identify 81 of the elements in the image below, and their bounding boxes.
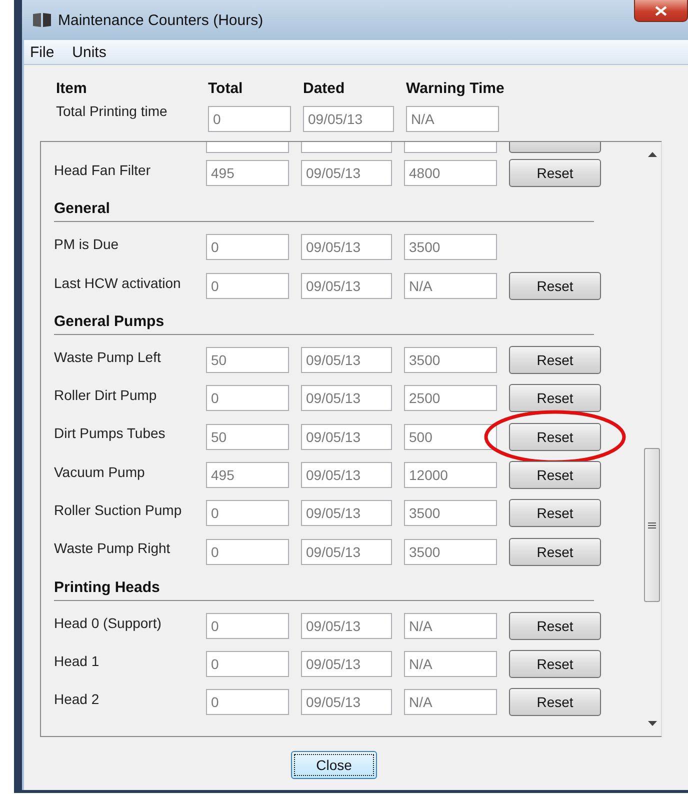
warning-field[interactable]: N/A — [404, 272, 497, 299]
reset-button[interactable]: Reset — [509, 538, 601, 566]
reset-button[interactable]: Reset — [509, 650, 601, 678]
warning-field[interactable]: 2500 — [404, 385, 497, 412]
total-field[interactable]: 0 — [206, 385, 289, 412]
dated-field[interactable]: 09/05/13 — [301, 500, 392, 526]
section-header: General — [54, 194, 594, 222]
total-field[interactable]: 0 — [206, 538, 289, 565]
dated-field[interactable]: 09/05/13 — [301, 651, 392, 678]
item-label: Total Printing time — [56, 102, 168, 119]
dated-field[interactable]: 09/05/13 — [301, 612, 392, 639]
book-icon — [32, 12, 52, 28]
item-label: PM is Due — [54, 235, 120, 252]
close-button[interactable] — [634, 0, 688, 22]
item-label: Roller Suction Pump — [54, 501, 183, 518]
item-label: Waste Pump Right — [54, 539, 172, 556]
warning-field[interactable]: 3500 — [404, 347, 497, 374]
column-header: Dated — [303, 80, 345, 96]
warning-field[interactable]: 4800 — [404, 160, 497, 186]
scrollbar-thumb[interactable] — [644, 448, 660, 602]
warning-field[interactable]: 3500 — [404, 234, 497, 260]
section-header: General Pumps — [54, 306, 594, 335]
total-field[interactable]: 50 — [206, 347, 289, 374]
dated-field[interactable]: 09/05/13 — [301, 272, 392, 299]
dated-field[interactable]: 09/05/13 — [301, 347, 392, 374]
reset-button[interactable]: Reset — [509, 460, 601, 489]
reset-button[interactable]: Reset — [509, 612, 601, 640]
column-header: Item — [56, 80, 87, 96]
item-label: Head 2 — [54, 690, 100, 708]
dated-field[interactable]: 09/05/13 — [301, 538, 392, 565]
reset-button[interactable]: Reset — [509, 688, 601, 716]
dated-field[interactable]: 09/05/13 — [301, 462, 392, 488]
window-title: Maintenance Counters (Hours) — [58, 12, 264, 28]
total-field[interactable]: 495 — [206, 160, 289, 186]
reset-button[interactable]: Reset — [509, 499, 601, 528]
menu-item[interactable]: Units — [72, 44, 106, 60]
total-field[interactable]: 0 — [208, 106, 291, 132]
dated-field[interactable]: 09/05/13 — [301, 234, 392, 260]
warning-field[interactable]: 3500 — [404, 538, 497, 565]
reset-button[interactable]: Reset — [509, 346, 601, 374]
total-field[interactable]: 0 — [206, 689, 289, 716]
grip-icon — [648, 522, 656, 528]
total-field[interactable]: 0 — [206, 234, 289, 260]
warning-field[interactable]: 3500 — [404, 500, 497, 526]
item-label: Vacuum Pump — [54, 462, 146, 480]
item-label: Dirt Pumps Tubes — [54, 424, 166, 442]
total-field[interactable]: 0 — [206, 272, 289, 299]
column-header: Warning Time — [406, 80, 504, 96]
reset-button[interactable]: Reset — [509, 422, 601, 451]
item-label: Head Fan Filter — [54, 161, 152, 178]
up-arrow-icon[interactable] — [648, 152, 656, 158]
total-field[interactable]: 0 — [206, 500, 289, 526]
warning-field[interactable]: 12000 — [404, 462, 497, 488]
reset-button[interactable]: Reset — [509, 384, 601, 412]
item-label: Last HCW activation — [54, 274, 182, 291]
warning-field[interactable]: 500 — [404, 424, 497, 450]
total-field[interactable]: 0 — [206, 612, 289, 639]
item-label: Waste Pump Left — [54, 348, 162, 365]
warning-field[interactable]: N/A — [404, 612, 497, 639]
warning-field[interactable]: N/A — [404, 651, 497, 678]
total-field[interactable]: 50 — [206, 424, 289, 450]
column-header: Total — [208, 80, 243, 96]
dated-field[interactable]: 09/05/13 — [301, 689, 392, 716]
close-button[interactable]: Close — [291, 751, 377, 779]
dated-field[interactable]: 09/05/13 — [301, 424, 392, 450]
section-header: Printing Heads — [54, 572, 594, 601]
down-arrow-icon[interactable] — [648, 720, 656, 726]
dated-field[interactable]: 09/05/13 — [303, 106, 394, 132]
reset-button[interactable]: Reset — [509, 272, 601, 300]
total-field[interactable]: 0 — [206, 651, 289, 678]
menu-item[interactable]: File — [30, 44, 54, 60]
item-label: Head 0 (Support) — [54, 614, 162, 631]
dated-field[interactable]: 09/05/13 — [301, 160, 392, 186]
reset-button[interactable]: Reset — [509, 159, 601, 188]
item-label: Roller Dirt Pump — [54, 386, 158, 404]
dated-field[interactable]: 09/05/13 — [301, 385, 392, 412]
warning-field[interactable]: N/A — [404, 689, 497, 716]
close-icon — [655, 6, 667, 16]
warning-field[interactable]: N/A — [406, 106, 499, 132]
item-label: Head 1 — [54, 652, 100, 669]
total-field[interactable]: 495 — [206, 462, 289, 488]
